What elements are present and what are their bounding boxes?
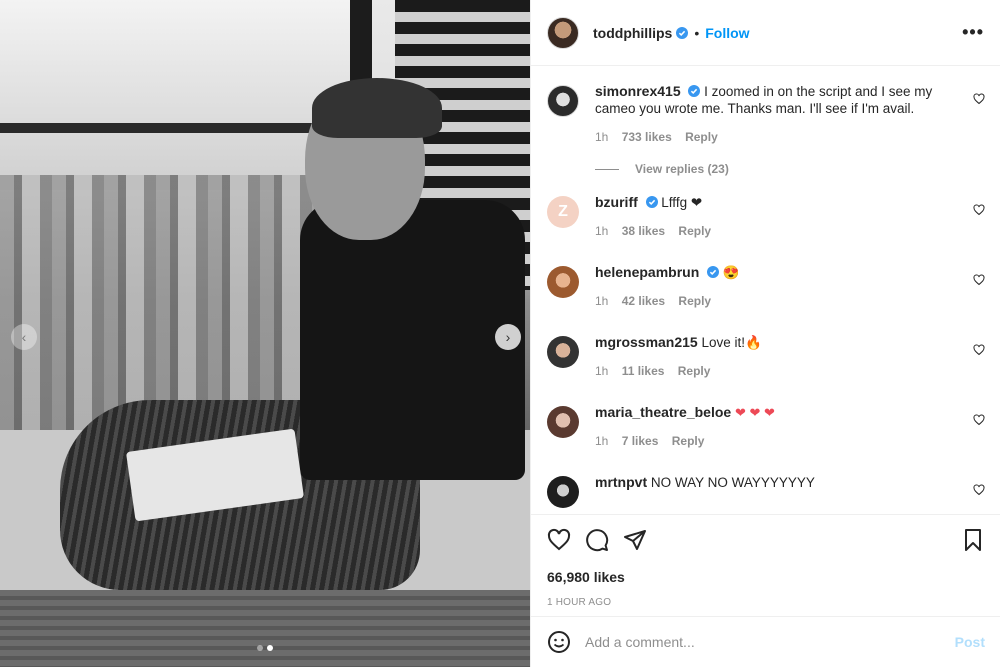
comment-item: maria_theatre_beloe ❤ ❤ ❤ 1h 7 likes Rep…	[547, 404, 985, 450]
post-photo[interactable]: ‹ ›	[0, 0, 530, 667]
follow-button[interactable]: Follow	[705, 25, 749, 41]
more-options-button[interactable]: •••	[962, 22, 984, 43]
comment-text: 😍	[722, 265, 740, 280]
comment-item: simonrex415 I zoomed in on the script an…	[547, 83, 985, 146]
comment-meta: 1h 7 likes Reply	[595, 433, 959, 450]
commenter-username[interactable]: simonrex415	[595, 83, 681, 99]
carousel-prev-button[interactable]: ‹	[11, 324, 37, 350]
chevron-right-icon: ›	[505, 329, 511, 345]
author-avatar[interactable]	[547, 16, 579, 49]
bookmark-icon[interactable]	[961, 528, 985, 552]
verified-badge-icon	[688, 85, 701, 97]
chevron-left-icon: ‹	[21, 329, 27, 345]
action-icons	[547, 525, 985, 555]
post-header: toddphillips • Follow •••	[531, 0, 1000, 66]
author-username[interactable]: toddphillips	[593, 25, 672, 41]
comment-time[interactable]: 1h	[595, 294, 608, 308]
commenter-avatar[interactable]: Z	[547, 196, 579, 228]
like-heart-icon[interactable]	[547, 528, 571, 552]
comment-reply-button[interactable]: Reply	[685, 130, 718, 144]
post-timestamp[interactable]: 1 HOUR AGO	[547, 597, 985, 608]
commenter-username[interactable]: bzuriff	[595, 194, 638, 210]
replies-divider	[595, 168, 619, 170]
comment-meta: 1h 733 likes Reply	[595, 129, 959, 146]
comment-like-icon[interactable]	[973, 274, 985, 286]
comment-meta: 1h 11 likes Reply	[595, 363, 959, 380]
post-side-panel: toddphillips • Follow ••• simonrex415 I …	[530, 0, 1000, 667]
comment-likes[interactable]: 38 likes	[622, 224, 665, 238]
commenter-avatar[interactable]	[547, 266, 579, 298]
comment-item: helenepambrun 😍 1h 42 likes Reply	[547, 264, 985, 310]
commenter-avatar[interactable]	[547, 336, 579, 368]
comment-like-icon[interactable]	[973, 414, 985, 426]
emoji-picker-icon[interactable]	[547, 630, 571, 654]
comment-body: simonrex415 I zoomed in on the script an…	[595, 83, 985, 146]
comment-likes[interactable]: 7 likes	[622, 434, 659, 448]
comment-time[interactable]: 1h	[595, 224, 608, 238]
commenter-avatar[interactable]	[547, 85, 579, 117]
photo-person-body	[300, 200, 525, 480]
commenter-username[interactable]: mrtnpvt	[595, 474, 647, 490]
comment-body: helenepambrun 😍 1h 42 likes Reply	[595, 264, 985, 310]
comment-likes[interactable]: 11 likes	[622, 364, 665, 378]
verified-badge-icon	[676, 26, 689, 39]
comment-body: bzuriff Lfffg ❤ 1h 38 likes Reply	[595, 194, 985, 240]
header-separator: •	[694, 24, 700, 41]
commenter-username[interactable]: helenepambrun	[595, 264, 699, 280]
view-replies-label: View replies (23)	[635, 162, 729, 176]
share-paper-plane-icon[interactable]	[623, 528, 647, 552]
comment-time[interactable]: 1h	[595, 130, 608, 144]
comment-like-icon[interactable]	[973, 93, 985, 105]
commenter-username[interactable]: mgrossman215	[595, 334, 698, 350]
comment-text: Love it!🔥	[701, 335, 762, 350]
comment-like-icon[interactable]	[973, 204, 985, 216]
comment-meta: 1h 38 likes Reply	[595, 223, 959, 240]
instagram-post-modal: ‹ › toddphillips • Follow ••• simonrex41…	[0, 0, 1000, 667]
add-comment-input[interactable]	[585, 634, 955, 650]
comment-like-icon[interactable]	[973, 484, 985, 496]
carousel-dot-active	[267, 645, 273, 651]
comment-item: mrtnpvt NO WAY NO WAYYYYYYY	[547, 474, 985, 508]
comment-item: mgrossman215 Love it!🔥 1h 11 likes Reply	[547, 334, 985, 380]
comments-list[interactable]: simonrex415 I zoomed in on the script an…	[531, 67, 1000, 513]
comment-body: mrtnpvt NO WAY NO WAYYYYYYY	[595, 474, 985, 508]
verified-badge-icon	[707, 266, 720, 278]
commenter-avatar[interactable]	[547, 476, 579, 508]
commenter-username[interactable]: maria_theatre_beloe	[595, 404, 731, 420]
comment-bubble-icon[interactable]	[585, 528, 609, 552]
comment-likes[interactable]: 733 likes	[622, 130, 672, 144]
comment-reply-button[interactable]: Reply	[678, 364, 711, 378]
comment-time[interactable]: 1h	[595, 434, 608, 448]
post-actions: 66,980 likes 1 HOUR AGO	[531, 514, 1000, 608]
commenter-avatar[interactable]	[547, 406, 579, 438]
photo-person-hair	[312, 78, 442, 138]
comment-text: NO WAY NO WAYYYYYYY	[650, 475, 815, 490]
comment-reply-button[interactable]: Reply	[678, 294, 711, 308]
comment-likes[interactable]: 42 likes	[622, 294, 665, 308]
comment-item: Z bzuriff Lfffg ❤ 1h 38 likes Reply	[547, 194, 985, 240]
photo-ledge	[0, 590, 530, 667]
comment-time[interactable]: 1h	[595, 364, 608, 378]
verified-badge-icon	[645, 196, 658, 208]
comment-meta: 1h 42 likes Reply	[595, 293, 959, 310]
comment-text: ❤ ❤ ❤	[734, 405, 775, 420]
comment-reply-button[interactable]: Reply	[672, 434, 705, 448]
post-comment-button[interactable]: Post	[955, 634, 985, 650]
comment-body: mgrossman215 Love it!🔥 1h 11 likes Reply	[595, 334, 985, 380]
comment-like-icon[interactable]	[973, 344, 985, 356]
carousel-next-button[interactable]: ›	[495, 324, 521, 350]
view-replies-button[interactable]: View replies (23)	[595, 162, 985, 176]
carousel-dots	[257, 645, 273, 651]
add-comment-bar: Post	[531, 616, 1000, 667]
post-like-count[interactable]: 66,980 likes	[547, 569, 985, 585]
photo-railing	[0, 123, 360, 133]
comment-body: maria_theatre_beloe ❤ ❤ ❤ 1h 7 likes Rep…	[595, 404, 985, 450]
comment-reply-button[interactable]: Reply	[678, 224, 711, 238]
comment-text: Lfffg ❤	[661, 195, 703, 210]
carousel-dot	[257, 645, 263, 651]
